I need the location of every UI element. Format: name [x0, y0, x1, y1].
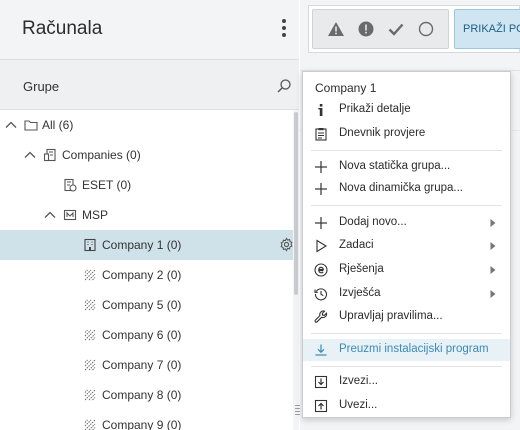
tree-item-company-1[interactable]: Company 1 (0) — [0, 230, 293, 260]
menu-item-label: Prikaži detalje — [339, 103, 411, 115]
tree-item-company-6[interactable]: Company 6 (0) — [0, 320, 293, 350]
scrollbar-thumb[interactable] — [294, 112, 298, 295]
tree-item-label: Company 9 (0) — [102, 418, 182, 430]
chevron-up-icon[interactable] — [44, 209, 56, 221]
menu-item-add-new[interactable]: Dodaj novo... — [303, 212, 510, 234]
building-hatched-icon — [84, 359, 96, 371]
plus-icon — [315, 183, 327, 195]
submenu-arrow-icon — [490, 242, 496, 250]
building-hatched-icon — [84, 419, 96, 430]
tree-item-label: Company 7 (0) — [102, 358, 182, 372]
dynamic-group-icon — [64, 178, 77, 192]
tree-item-label: Company 1 (0) — [102, 238, 182, 252]
tree-item-label: Company 5 (0) — [102, 298, 182, 312]
history-icon — [314, 288, 327, 301]
tree-item-company-7[interactable]: Company 7 (0) — [0, 350, 293, 380]
plus-icon — [315, 161, 327, 173]
tree-item-company-9[interactable]: Company 9 (0) — [0, 410, 293, 430]
menu-item-export[interactable]: Izvezi... — [303, 371, 510, 393]
menu-item-label: Dnevnik provjere — [339, 127, 426, 139]
tree-item-label: Company 6 (0) — [102, 328, 182, 342]
filter-toolbar: PRIKAŽI PO — [308, 5, 520, 53]
menu-separator — [311, 333, 502, 334]
play-icon — [316, 239, 328, 253]
left-panel: Računala Grupe All (6) Companies (0) ESE… — [0, 0, 301, 430]
msp-icon — [63, 209, 77, 221]
context-menu-title: Company 1 — [315, 81, 377, 95]
menu-item-show-details[interactable]: Prikaži detalje — [303, 99, 510, 121]
tree-item-company-5[interactable]: Company 5 (0) — [0, 290, 293, 320]
eset-icon — [314, 263, 328, 277]
context-menu: Company 1 Prikaži detalje Dnevnik provje… — [302, 71, 511, 418]
menu-item-label: Upravljaj pravilima... — [339, 310, 443, 322]
building-hatched-icon — [84, 329, 96, 341]
menu-item-new-dynamic-group[interactable]: Nova dinamička grupa... — [303, 178, 510, 200]
tree-item-label: Companies (0) — [62, 148, 141, 162]
building-hatched-icon — [84, 299, 96, 311]
download-icon — [315, 344, 327, 356]
check-icon[interactable] — [387, 20, 405, 38]
search-icon[interactable] — [276, 78, 292, 94]
status-filter-group — [312, 9, 449, 49]
building-hatched-icon — [84, 269, 96, 281]
submenu-arrow-icon — [490, 219, 496, 227]
folder-icon — [24, 120, 38, 131]
menu-item-audit-log[interactable]: Dnevnik provjere — [303, 123, 510, 145]
tree-item-companies[interactable]: Companies (0) — [0, 140, 293, 170]
tree-item-eset[interactable]: ESET (0) — [0, 170, 293, 200]
menu-item-new-static-group[interactable]: Nova statička grupa... — [303, 156, 510, 178]
tree-item-label: ESET (0) — [82, 178, 132, 192]
menu-item-download-installer[interactable]: Preuzmi instalacijski program — [303, 339, 510, 361]
plus-icon — [315, 217, 327, 229]
companies-icon — [43, 148, 56, 162]
menu-separator — [311, 366, 502, 367]
menu-item-label: Uvezi... — [339, 399, 378, 411]
tree-item-company-8[interactable]: Company 8 (0) — [0, 380, 293, 410]
tree-item-label: All (6) — [42, 118, 74, 132]
submenu-arrow-icon — [490, 266, 496, 274]
tree-item-label: Company 2 (0) — [102, 268, 182, 282]
menu-item-reports[interactable]: Izvješća — [303, 283, 510, 305]
circle-icon[interactable] — [417, 20, 435, 38]
page-title: Računala — [22, 18, 103, 39]
title-bar: Računala — [0, 0, 299, 60]
menu-item-label: Zadaci — [339, 239, 374, 251]
info-icon — [318, 104, 323, 116]
tree-item-label: Company 8 (0) — [102, 388, 182, 402]
menu-item-label: Dodaj novo... — [339, 216, 407, 228]
wrench-icon — [314, 310, 328, 323]
tree-item-msp[interactable]: MSP — [0, 200, 293, 230]
menu-item-label: Izvješća — [339, 287, 381, 299]
groups-header: Grupe — [0, 60, 299, 110]
gear-icon[interactable] — [279, 237, 294, 252]
clipboard-icon — [315, 128, 327, 141]
menu-item-label: Preuzmi instalacijski program — [339, 343, 489, 355]
menu-item-manage-policies[interactable]: Upravljaj pravilima... — [303, 306, 510, 328]
tree-item-all[interactable]: All (6) — [0, 110, 293, 140]
menu-separator — [311, 205, 502, 206]
submenu-arrow-icon — [490, 290, 496, 298]
warning-icon[interactable] — [327, 20, 345, 38]
menu-item-import[interactable]: Uvezi... — [303, 395, 510, 417]
menu-item-label: Nova statička grupa... — [339, 160, 451, 172]
menu-item-label: Rješenja — [339, 263, 384, 275]
chevron-up-icon[interactable] — [24, 149, 36, 161]
group-tree: All (6) Companies (0) ESET (0) MSP Compa… — [0, 110, 299, 430]
chevron-up-icon[interactable] — [5, 119, 17, 131]
error-icon[interactable] — [357, 20, 375, 38]
tree-item-label: MSP — [82, 208, 109, 222]
building-icon — [84, 238, 96, 252]
building-hatched-icon — [84, 389, 96, 401]
more-options-icon[interactable] — [277, 19, 291, 41]
menu-item-solutions[interactable]: Rješenja — [303, 259, 510, 281]
tree-item-company-2[interactable]: Company 2 (0) — [0, 260, 293, 290]
menu-item-label: Izvezi... — [339, 375, 378, 387]
menu-item-label: Nova dinamička grupa... — [339, 182, 464, 194]
import-icon — [314, 399, 328, 413]
menu-separator — [311, 150, 502, 151]
show-by-button[interactable]: PRIKAŽI PO — [454, 9, 520, 49]
menu-item-tasks[interactable]: Zadaci — [303, 235, 510, 257]
export-icon — [314, 375, 328, 389]
groups-label: Grupe — [23, 79, 60, 94]
